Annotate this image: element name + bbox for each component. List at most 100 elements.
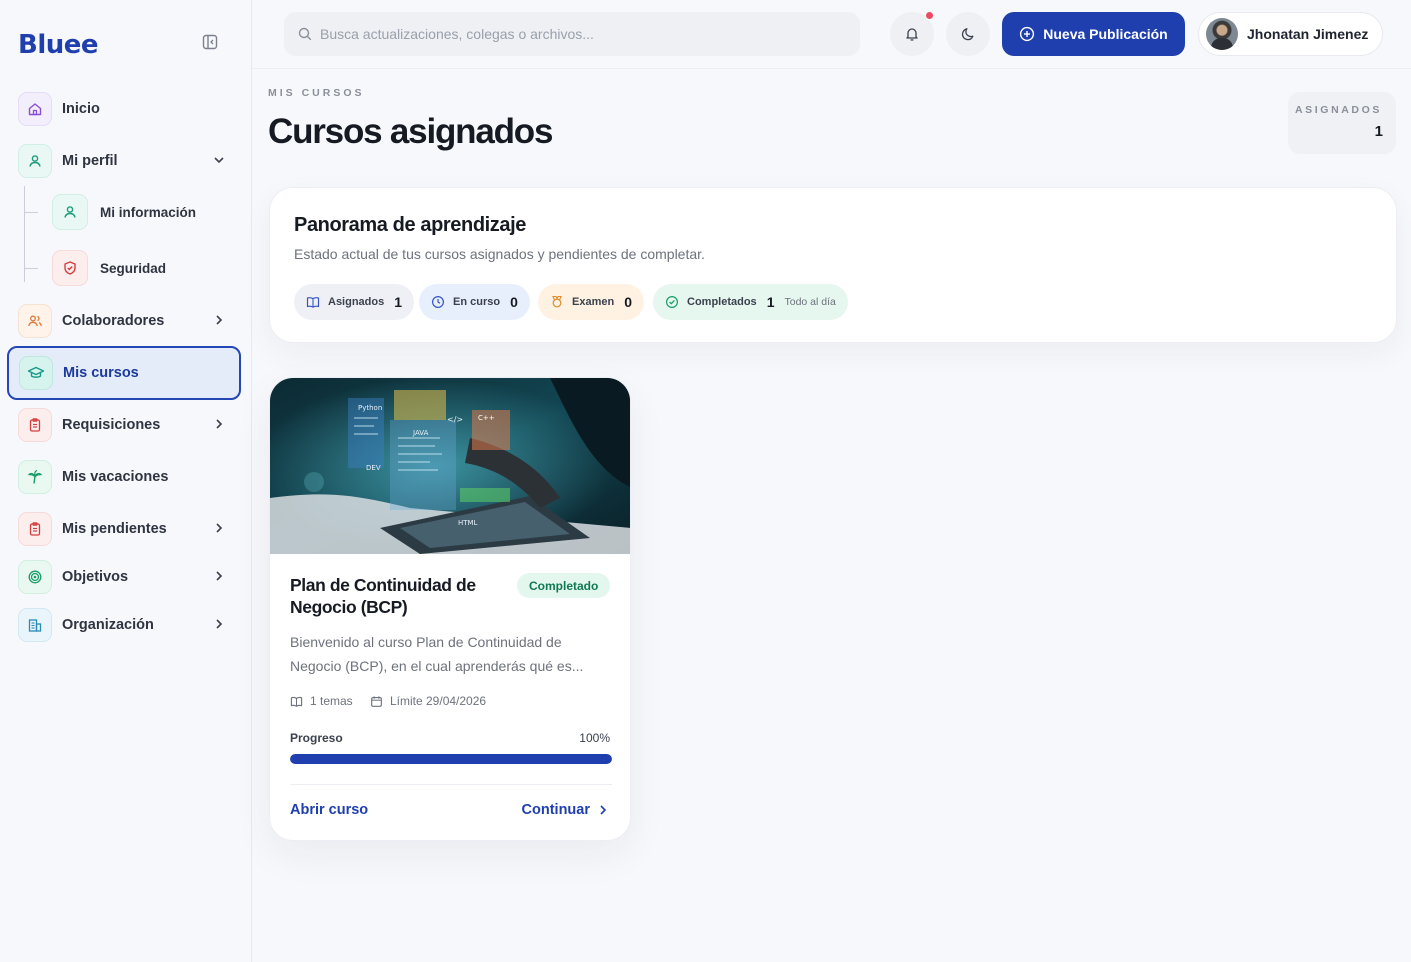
chevron-right-icon[interactable] xyxy=(212,313,226,327)
award-icon xyxy=(552,295,562,308)
shield-icon xyxy=(52,250,88,286)
sidebar-item-mis-pendientes[interactable]: Mis pendientes xyxy=(8,506,240,552)
sidebar-item-label: Mi perfil xyxy=(62,153,118,169)
user-name: Jhonatan Jimenez xyxy=(1247,26,1369,42)
sidebar-item-mis-vacaciones[interactable]: Mis vacaciones xyxy=(8,454,240,500)
card-divider xyxy=(290,784,612,785)
sidebar-subitem-mi-informacion[interactable]: Mi información xyxy=(52,192,242,232)
sidebar-item-organizacion[interactable]: Organización xyxy=(8,602,240,648)
page-title: Cursos asignados xyxy=(268,112,553,151)
notifications-button[interactable] xyxy=(890,11,934,56)
home-icon xyxy=(18,92,52,126)
page-eyebrow: MIS CURSOS xyxy=(268,87,365,99)
stat-note: Todo al día xyxy=(784,296,836,308)
course-card[interactable]: Python </> C++ JAVA DEV HTML Plan de Con… xyxy=(269,377,631,841)
user-menu[interactable]: Jhonatan Jimenez xyxy=(1198,12,1383,56)
continue-course-link[interactable]: Continuar xyxy=(522,802,608,818)
sidebar-item-label: Inicio xyxy=(62,101,100,117)
sidebar-item-label: Colaboradores xyxy=(62,313,165,329)
sidebar-item-colaboradores[interactable]: Colaboradores xyxy=(8,298,240,344)
learning-overview-panel: Panorama de aprendizaje Estado actual de… xyxy=(269,187,1397,343)
progress-value: 100% xyxy=(579,731,610,745)
moon-icon xyxy=(961,28,974,41)
search-input[interactable] xyxy=(320,26,840,42)
chevron-right-icon[interactable] xyxy=(212,617,226,631)
users-icon xyxy=(18,304,52,338)
stat-label: En curso xyxy=(453,296,501,308)
continue-label: Continuar xyxy=(521,802,590,818)
stat-label: Examen xyxy=(572,296,615,308)
image-label-python: Python xyxy=(358,404,382,412)
assigned-count-label: ASIGNADOS xyxy=(1295,104,1382,116)
sidebar-item-label: Mis pendientes xyxy=(62,521,167,537)
sidebar-item-inicio[interactable]: Inicio xyxy=(8,86,240,132)
sidebar-item-label: Mis vacaciones xyxy=(62,469,169,485)
sidebar-item-requisiciones[interactable]: Requisiciones xyxy=(8,402,240,448)
graduation-cap-icon xyxy=(19,356,53,390)
image-label-java: JAVA xyxy=(412,429,429,437)
sidebar-subitem-label: Seguridad xyxy=(100,260,167,276)
user-icon xyxy=(52,194,88,230)
chevron-right-icon xyxy=(600,805,607,815)
stat-value: 1 xyxy=(766,294,775,310)
assigned-count-card: ASIGNADOS 1 xyxy=(1288,92,1396,154)
stat-pill-asignados[interactable]: Asignados 1 xyxy=(294,284,415,320)
stat-pill-completados[interactable]: Completados 1 Todo al día xyxy=(653,284,848,320)
submenu-tick xyxy=(24,212,38,213)
progress-bar-fill xyxy=(290,754,612,764)
sidebar-subitem-label: Mi información xyxy=(100,204,197,220)
chevron-right-icon[interactable] xyxy=(212,417,226,431)
sidebar: Bluee Inicio Mi perfil Mi información Se… xyxy=(0,0,252,962)
clock-icon xyxy=(431,295,445,309)
palm-tree-icon xyxy=(18,460,52,494)
progress-label: Progreso xyxy=(290,731,343,745)
sidebar-item-mis-cursos[interactable]: Mis cursos xyxy=(7,346,241,400)
target-icon xyxy=(18,560,52,594)
search-icon xyxy=(298,27,312,41)
overview-title: Panorama de aprendizaje xyxy=(294,214,527,236)
chevron-right-icon[interactable] xyxy=(212,521,226,535)
stat-value: 0 xyxy=(510,294,518,310)
sidebar-item-label: Requisiciones xyxy=(62,417,161,433)
topbar: Nueva Publicación Jhonatan Jimenez xyxy=(252,0,1411,69)
sidebar-item-label: Organización xyxy=(62,617,154,633)
search-bar[interactable] xyxy=(284,12,860,56)
overview-subtitle: Estado actual de tus cursos asignados y … xyxy=(294,246,705,262)
submenu-tick xyxy=(24,268,38,269)
image-label-cpp: C++ xyxy=(478,414,495,422)
sidebar-item-label: Objetivos xyxy=(62,569,129,585)
status-badge: Completado xyxy=(517,573,611,598)
sidebar-subitem-seguridad[interactable]: Seguridad xyxy=(52,248,242,288)
chevron-down-icon[interactable] xyxy=(212,153,226,167)
course-description: Bienvenido al curso Plan de Continuidad … xyxy=(290,634,584,674)
building-icon xyxy=(18,608,52,642)
course-title[interactable]: Plan de Continuidad de Negocio (BCP) xyxy=(290,574,500,618)
image-label-dev: DEV xyxy=(366,464,381,472)
course-topics-text: 1 temas xyxy=(310,694,353,708)
calendar-icon xyxy=(371,695,382,707)
open-course-link[interactable]: Abrir curso xyxy=(290,802,368,818)
sidebar-item-mi-perfil[interactable]: Mi perfil xyxy=(8,138,240,184)
user-icon xyxy=(18,144,52,178)
clipboard-list-icon xyxy=(18,512,52,546)
clipboard-icon xyxy=(18,408,52,442)
book-icon xyxy=(306,297,320,308)
course-topics: 1 temas xyxy=(290,694,353,708)
theme-toggle-button[interactable] xyxy=(946,12,990,56)
new-post-button[interactable]: Nueva Publicación xyxy=(1002,12,1185,56)
stat-value: 0 xyxy=(624,294,632,310)
avatar xyxy=(1206,18,1238,50)
chevron-right-icon[interactable] xyxy=(212,569,226,583)
course-deadline-text: Límite 29/04/2026 xyxy=(390,694,487,708)
stat-pill-en-curso[interactable]: En curso 0 xyxy=(419,284,530,320)
collapse-sidebar-icon[interactable] xyxy=(202,34,218,50)
stat-pill-examen[interactable]: Examen 0 xyxy=(538,284,644,320)
brand-logo[interactable]: Bluee xyxy=(18,30,99,60)
sidebar-item-objetivos[interactable]: Objetivos xyxy=(8,554,240,600)
course-cover-image[interactable]: Python </> C++ JAVA DEV HTML xyxy=(270,378,631,554)
plus-circle-icon xyxy=(1020,26,1035,42)
progress-bar xyxy=(290,754,612,764)
stat-label: Completados xyxy=(687,296,757,308)
sidebar-item-label: Mis cursos xyxy=(63,365,139,381)
stat-label: Asignados xyxy=(328,296,385,308)
